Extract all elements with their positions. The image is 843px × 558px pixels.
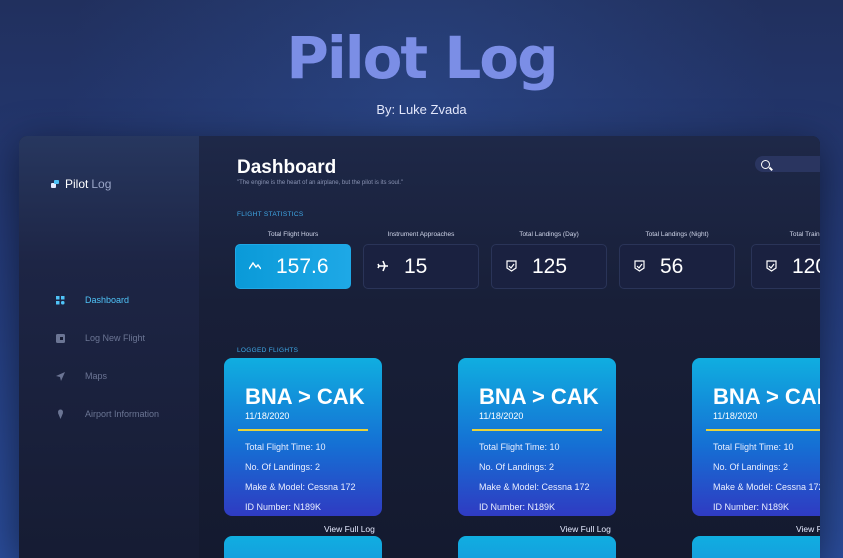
- stat-label: Instrument Approaches: [387, 231, 455, 238]
- flight-landings: No. Of Landings: 2: [245, 462, 321, 472]
- search-icon: [761, 159, 770, 169]
- sidebar: Pilot Log Dashboard Log New Flight Maps …: [19, 136, 199, 558]
- stat-value: 15: [404, 255, 428, 278]
- app-window: Pilot Log Dashboard Log New Flight Maps …: [19, 136, 820, 558]
- flight-id-number: ID Number: N189K: [713, 502, 790, 512]
- flight-id-number: ID Number: N189K: [479, 502, 556, 512]
- location-pin-icon: [55, 409, 65, 419]
- sidebar-item-label: Dashboard: [85, 295, 130, 305]
- flight-time: Total Flight Time: 10: [479, 442, 560, 452]
- sidebar-nav: Dashboard Log New Flight Maps Airport In…: [55, 281, 159, 433]
- stat-value: 157.6: [276, 255, 329, 278]
- send-icon: [55, 371, 65, 381]
- logo-text-secondary: Log: [91, 177, 112, 191]
- flight-route: BNA > CAK: [713, 384, 820, 409]
- logbook-icon: [55, 333, 65, 343]
- sidebar-item-airport-information[interactable]: Airport Information: [55, 395, 159, 433]
- flight-time: Total Flight Time: 10: [713, 442, 794, 452]
- stat-value: 120: [792, 255, 820, 278]
- logo-text-primary: Pilot: [65, 177, 89, 191]
- flight-date: 11/18/2020: [245, 411, 290, 421]
- view-full-log-link[interactable]: View Full Log: [796, 524, 820, 534]
- card-divider: [472, 429, 602, 431]
- stat-box: 125: [491, 244, 607, 289]
- flight-make-model: Make & Model: Cessna 172: [245, 482, 356, 492]
- flight-card[interactable]: [458, 536, 616, 558]
- main-content: Dashboard "The engine is the heart of an…: [199, 136, 820, 558]
- badge-check-icon: [505, 260, 517, 272]
- flight-make-model: Make & Model: Cessna 172: [713, 482, 820, 492]
- stat-value: 125: [532, 255, 568, 278]
- app-logo[interactable]: Pilot Log: [51, 177, 111, 191]
- badge-check-icon: [633, 260, 645, 272]
- grid-icon: [55, 295, 65, 305]
- sidebar-item-label: Airport Information: [85, 409, 160, 419]
- airplane-icon: [377, 260, 389, 272]
- section-label-statistics: FLIGHT STATISTICS: [237, 211, 304, 218]
- flight-card[interactable]: [692, 536, 820, 558]
- sidebar-item-dashboard[interactable]: Dashboard: [55, 281, 159, 319]
- flight-card[interactable]: BNA > CAK 11/18/2020 Total Flight Time: …: [224, 358, 382, 516]
- stat-box: 120: [751, 244, 820, 289]
- logo-icon: [51, 180, 59, 188]
- stat-total-landings-night[interactable]: Total Landings (Night) 56: [619, 231, 735, 289]
- stat-instrument-approaches[interactable]: Instrument Approaches 15: [363, 231, 479, 289]
- card-divider: [706, 429, 820, 431]
- page-title: Dashboard: [237, 157, 337, 178]
- flight-card[interactable]: BNA > CAK 11/18/2020 Total Flight Time: …: [692, 358, 820, 516]
- flight-time: Total Flight Time: 10: [245, 442, 326, 452]
- flight-make-model: Make & Model: Cessna 172: [479, 482, 590, 492]
- stat-box: 15: [363, 244, 479, 289]
- stat-total-training[interactable]: Total Training 120: [751, 231, 820, 289]
- flight-landings: No. Of Landings: 2: [713, 462, 789, 472]
- mountain-icon: [248, 260, 262, 272]
- flight-route: BNA > CAK: [479, 384, 599, 409]
- stat-box: 157.6: [235, 244, 351, 289]
- stat-label: Total Landings (Day): [519, 231, 579, 238]
- stat-total-landings-day[interactable]: Total Landings (Day) 125: [491, 231, 607, 289]
- sidebar-item-label: Log New Flight: [85, 333, 146, 343]
- hero-title: Pilot Log: [286, 24, 558, 92]
- search-input[interactable]: [755, 156, 820, 172]
- view-full-log-link[interactable]: View Full Log: [560, 524, 611, 534]
- flight-card[interactable]: [224, 536, 382, 558]
- badge-check-icon: [765, 260, 777, 272]
- flight-route: BNA > CAK: [245, 384, 365, 409]
- stat-box: 56: [619, 244, 735, 289]
- stat-total-flight-hours[interactable]: Total Flight Hours 157.6: [235, 231, 351, 289]
- sidebar-item-label: Maps: [85, 371, 108, 381]
- stat-label: Total Landings (Night): [645, 231, 709, 238]
- sidebar-item-log-new-flight[interactable]: Log New Flight: [55, 319, 159, 357]
- stat-label: Total Flight Hours: [267, 231, 319, 238]
- card-divider: [238, 429, 368, 431]
- flight-card[interactable]: BNA > CAK 11/18/2020 Total Flight Time: …: [458, 358, 616, 516]
- hero-byline: By: Luke Zvada: [376, 102, 467, 117]
- sidebar-item-maps[interactable]: Maps: [55, 357, 159, 395]
- flight-id-number: ID Number: N189K: [245, 502, 322, 512]
- flight-landings: No. Of Landings: 2: [479, 462, 555, 472]
- section-label-logged-flights: LOGGED FLIGHTS: [237, 347, 299, 354]
- stat-value: 56: [660, 255, 684, 278]
- stat-label: Total Training: [789, 231, 820, 238]
- flight-date: 11/18/2020: [713, 411, 758, 421]
- view-full-log-link[interactable]: View Full Log: [324, 524, 375, 534]
- page-quote: "The engine is the heart of an airplane,…: [237, 180, 404, 186]
- flight-date: 11/18/2020: [479, 411, 524, 421]
